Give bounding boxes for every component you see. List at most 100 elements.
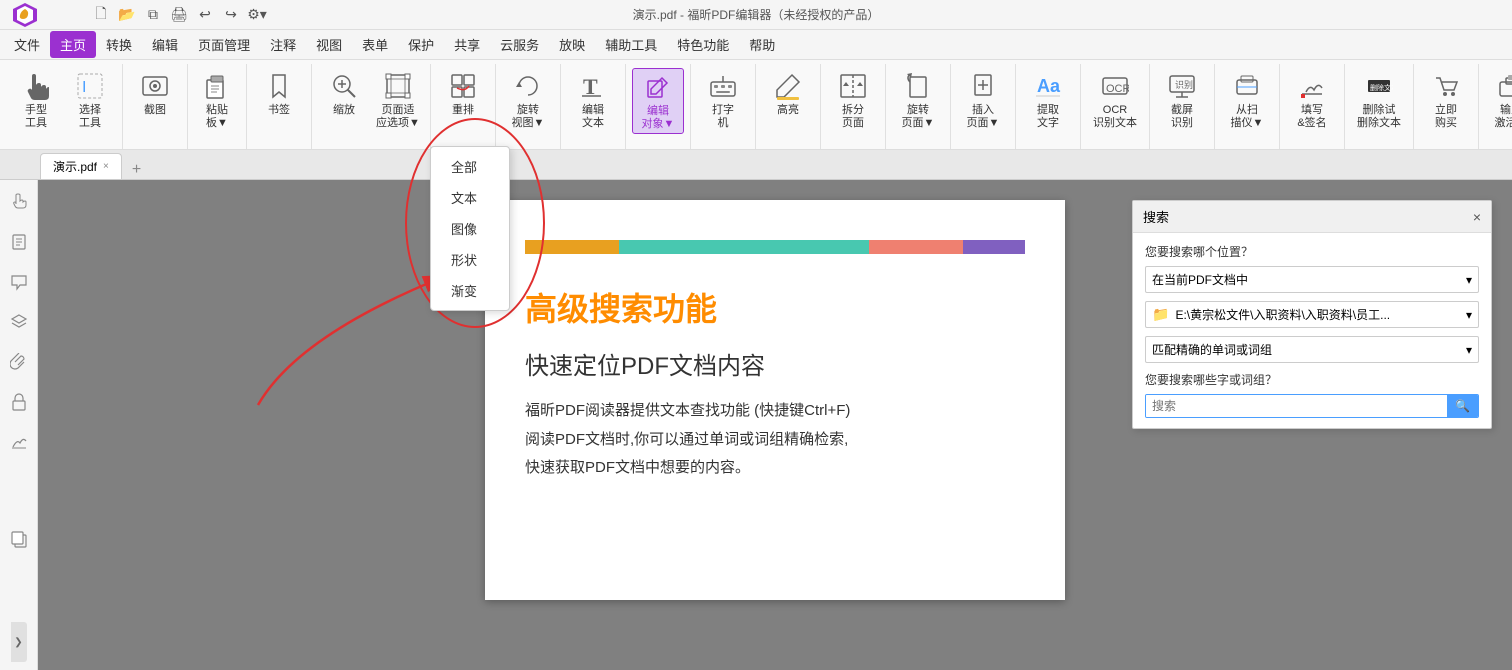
highlight-button[interactable]: 高亮 [762,68,814,119]
menu-present[interactable]: 放映 [549,31,595,58]
input-code-button[interactable]: 输入激活码 [1485,68,1512,132]
ribbon-buttons-buy: 立即购买 [1420,64,1472,149]
menu-special[interactable]: 特色功能 [667,31,739,58]
dropdown-all[interactable]: 全部 [431,151,509,182]
buy-button[interactable]: 立即购买 [1420,68,1472,132]
rotate-view-button[interactable]: 旋转视图▼ [502,68,554,132]
ocr-icon: OCR [1099,70,1131,102]
sidebar-sign-icon[interactable] [5,428,33,456]
redo-icon[interactable]: ↪ [220,4,242,26]
sidebar-expand-button[interactable]: ❯ [11,622,27,662]
screenshot-icon [139,70,171,102]
search-location-select[interactable]: 在当前PDF文档中 ▾ [1145,266,1479,293]
menu-assist[interactable]: 辅助工具 [595,31,667,58]
pdf-viewer[interactable]: 高级搜索功能 快速定位PDF文档内容 福昕PDF阅读器提供文本查找功能 (快捷键… [38,180,1512,670]
tab-close-button[interactable]: × [103,161,109,172]
edit-object-button[interactable]: 编辑对象▼ [632,68,684,134]
search-path-arrow: ▾ [1466,308,1472,322]
sidebar-page-icon[interactable] [5,228,33,256]
ribbon-group-extract: Aa 提取文字 [1016,64,1081,149]
fill-sign-label: 填写&签名 [1297,104,1326,130]
search-path-select[interactable]: 📁 E:\黄宗松文件\入职资料\入职资料\员工... ▾ [1145,301,1479,328]
reorder-button[interactable]: 重排 [437,68,489,119]
bookmark-button[interactable]: 书签 [253,68,305,119]
menu-view[interactable]: 视图 [306,31,352,58]
split-icon [837,70,869,102]
extract-text-button[interactable]: Aa 提取文字 [1022,68,1074,132]
redact-button[interactable]: 删除文本 删除试删除文本 [1351,68,1407,132]
menu-file[interactable]: 文件 [4,31,50,58]
dropdown-image[interactable]: 图像 [431,213,509,244]
menu-home[interactable]: 主页 [50,31,96,58]
sidebar-hand-icon[interactable] [5,188,33,216]
select-tool-button[interactable]: I 选择工具 [64,68,116,132]
hand-tool-button[interactable]: 手型工具 [10,68,62,132]
ribbon-group-buy: 立即购买 [1414,64,1479,149]
custom-icon[interactable]: ⚙▾ [246,4,268,26]
reorder-label: 重排 [452,104,474,117]
ribbon-group-fill-sign: 填写&签名 [1280,64,1345,149]
menu-help[interactable]: 帮助 [739,31,785,58]
zoom-button[interactable]: 缩放 [318,68,370,119]
tab-bar: 演示.pdf × + [0,150,1512,180]
fill-sign-button[interactable]: 填写&签名 [1286,68,1338,132]
menu-protect[interactable]: 保护 [398,31,444,58]
reorder-icon [447,70,479,102]
search-close-button[interactable]: × [1473,209,1481,225]
ocr-button[interactable]: OCR OCR识别文本 [1087,68,1143,132]
ribbon-group-input-code: 输入激活码 [1479,64,1512,149]
search-submit-button[interactable]: 🔍 [1447,395,1478,417]
menu-annotate[interactable]: 注释 [260,31,306,58]
ribbon-buttons-paste: 粘贴板▼ [194,64,240,149]
main-content: ❯ 高级搜索功能 快速定位PDF文档内容 福昕PDF阅读器提供文本查找功能 (快… [0,180,1512,670]
ribbon-buttons-zoom: 缩放 页面适应选项▼ [318,64,424,149]
paste-button[interactable]: 粘贴板▼ [194,68,240,132]
fit-page-button[interactable]: 页面适应选项▼ [372,68,424,132]
sidebar-layers-icon[interactable] [5,308,33,336]
color-bar-orange [525,240,619,254]
open-icon[interactable]: 📂 [116,4,138,26]
rotate-page-button[interactable]: 旋转页面▼ [892,68,944,132]
insert-button[interactable]: 插入页面▼ [957,68,1009,132]
menu-cloud[interactable]: 云服务 [490,31,549,58]
ribbon-buttons-input-code: 输入激活码 [1485,64,1512,149]
sidebar-comment-icon[interactable] [5,268,33,296]
paste-label: 粘贴板▼ [206,104,228,130]
menu-page-manage[interactable]: 页面管理 [188,31,260,58]
svg-text:Aa: Aa [1037,76,1061,96]
search-location-arrow: ▾ [1466,273,1472,287]
menu-convert[interactable]: 转换 [96,31,142,58]
sidebar-copy-icon[interactable] [5,525,33,553]
search-input[interactable] [1146,395,1447,417]
ribbon-buttons-reorder: 重排 [437,64,489,149]
dropdown-gradient[interactable]: 渐变 [431,275,509,306]
menu-share[interactable]: 共享 [444,31,490,58]
print-icon[interactable]: 🖨 [168,4,190,26]
dropdown-text[interactable]: 文本 [431,182,509,213]
rotate-view-icon [512,70,544,102]
tab-add-button[interactable]: + [128,161,145,179]
ribbon-buttons-split: 拆分页面 [827,64,879,149]
edit-text-button[interactable]: T 编辑文本 [567,68,619,132]
undo-icon[interactable]: ↩ [194,4,216,26]
menu-form[interactable]: 表单 [352,31,398,58]
new-icon[interactable]: 🗋 [90,4,112,26]
menu-edit[interactable]: 编辑 [142,31,188,58]
app-logo [10,1,40,29]
ribbon-group-rotate-view: 旋转视图▼ [496,64,561,149]
bookmark-label: 书签 [268,104,290,117]
screen-ocr-button[interactable]: 识别 截屏识别 [1156,68,1208,132]
dropdown-shape[interactable]: 形状 [431,244,509,275]
search-match-select[interactable]: 匹配精确的单词或词组 ▾ [1145,336,1479,363]
insert-label: 插入页面▼ [967,104,1000,130]
sidebar-attach-icon[interactable] [5,348,33,376]
split-button[interactable]: 拆分页面 [827,68,879,132]
highlight-label: 高亮 [777,104,799,117]
sidebar-lock-icon[interactable] [5,388,33,416]
screenshot-button[interactable]: 截图 [129,68,181,119]
typewriter-button[interactable]: 打字机 [697,68,749,132]
window-icon[interactable]: ⧉ [142,4,164,26]
tab-demo-pdf[interactable]: 演示.pdf × [40,153,122,179]
buy-label: 立即购买 [1435,104,1457,130]
scan-button[interactable]: 从扫描仪▼ [1221,68,1273,132]
